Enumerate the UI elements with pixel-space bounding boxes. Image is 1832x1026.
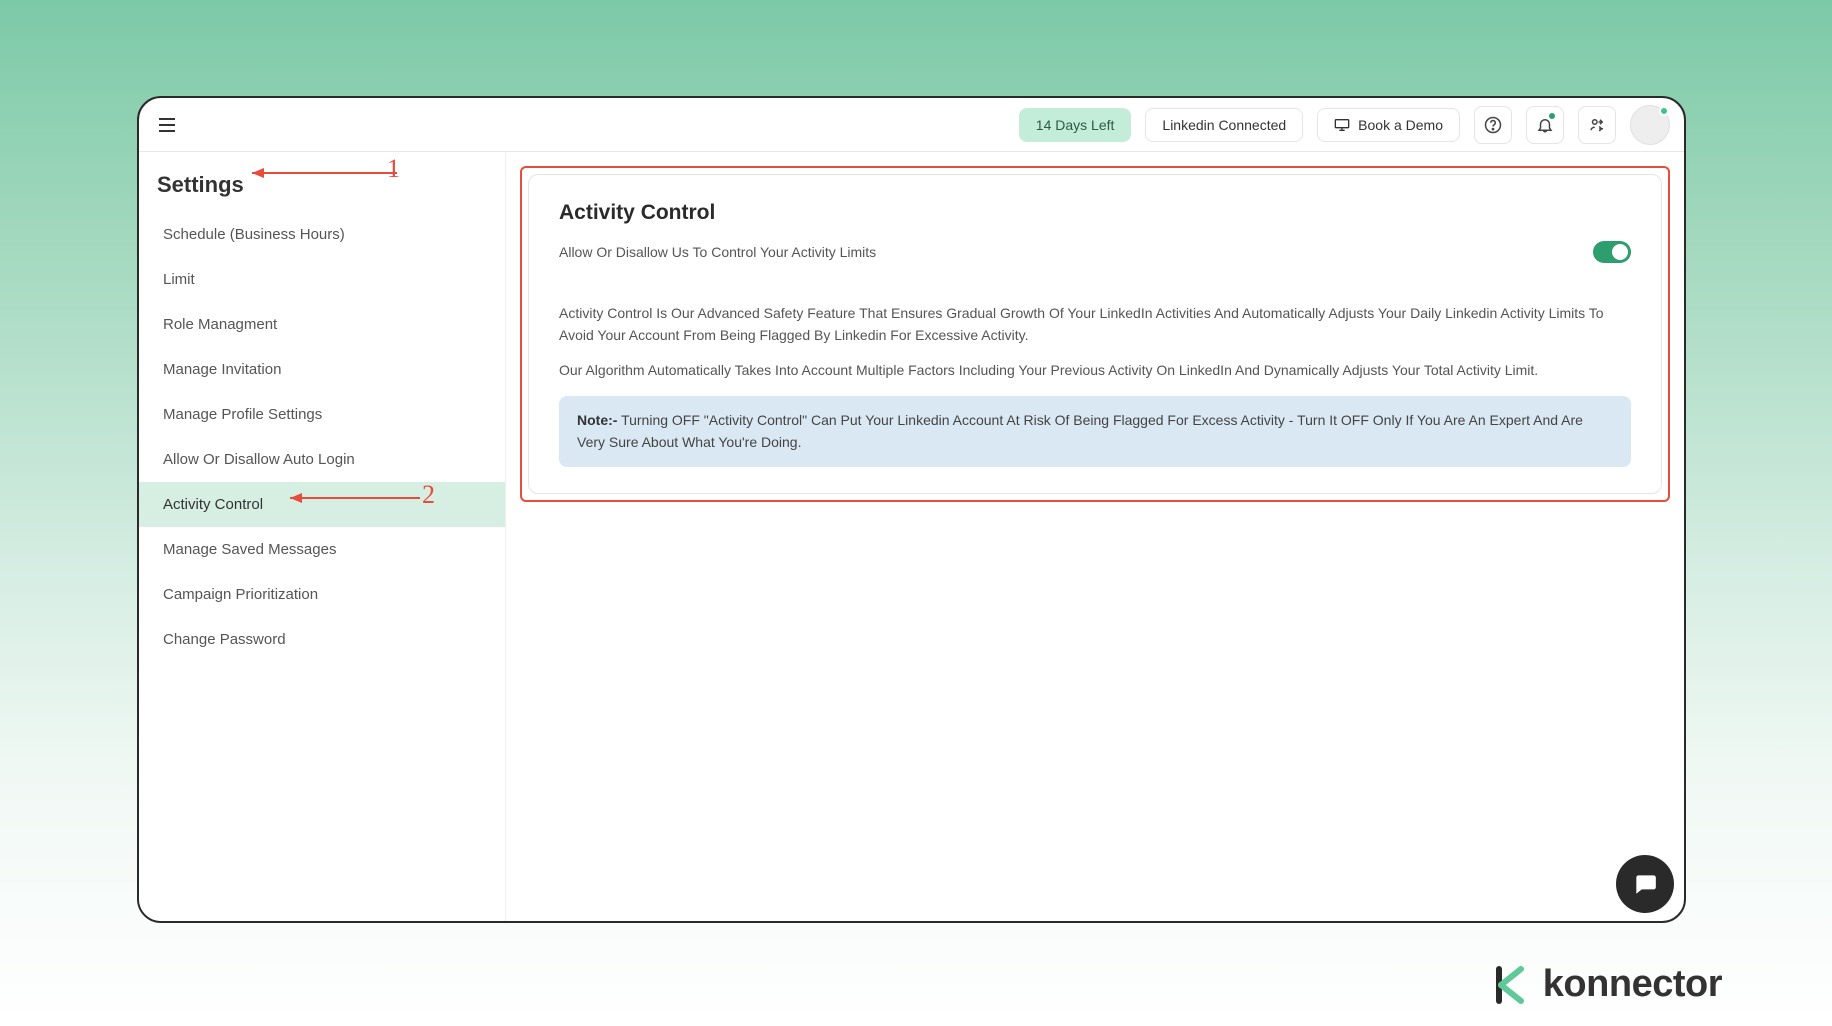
sidebar-item-change-password[interactable]: Change Password [139,617,505,662]
sidebar-item-saved-messages[interactable]: Manage Saved Messages [139,527,505,572]
chat-icon [1632,871,1658,897]
main-area: Activity Control Allow Or Disallow Us To… [506,152,1684,921]
sidebar-title: Settings [139,152,505,212]
activity-control-card: Activity Control Allow Or Disallow Us To… [528,174,1662,494]
sidebar-item-auto-login[interactable]: Allow Or Disallow Auto Login [139,437,505,482]
sidebar-item-campaign-prioritization[interactable]: Campaign Prioritization [139,572,505,617]
book-demo-label: Book a Demo [1358,117,1443,133]
sidebar-item-activity-control[interactable]: Activity Control [139,482,505,527]
note-box: Note:- Turning OFF "Activity Control" Ca… [559,396,1631,467]
description-1: Activity Control Is Our Advanced Safety … [559,303,1631,346]
presentation-icon [1334,118,1350,132]
menu-button[interactable] [153,111,181,139]
card-title: Activity Control [559,201,1631,225]
online-indicator [1659,106,1669,116]
sidebar-item-label: Manage Profile Settings [163,406,322,423]
sidebar-item-manage-invitation[interactable]: Manage Invitation [139,347,505,392]
sidebar-item-label: Campaign Prioritization [163,586,318,603]
brand-name: konnector [1543,963,1722,1006]
app-window: 14 Days Left Linkedin Connected Book a D… [137,96,1686,923]
brand-logo-icon [1491,965,1531,1005]
hamburger-icon [159,118,175,132]
sidebar-item-limit[interactable]: Limit [139,257,505,302]
avatar-menu[interactable] [1630,105,1670,145]
linkedin-status-label: Linkedin Connected [1162,117,1286,133]
sidebar-item-schedule[interactable]: Schedule (Business Hours) [139,212,505,257]
sidebar-item-label: Manage Saved Messages [163,541,336,558]
toggle-label: Allow Or Disallow Us To Control Your Act… [559,244,876,260]
activity-control-toggle[interactable] [1593,241,1631,263]
brand: konnector [1491,963,1722,1006]
sidebar-item-label: Schedule (Business Hours) [163,226,345,243]
user-switch-icon [1588,116,1606,134]
chat-button[interactable] [1616,855,1674,913]
book-demo-button[interactable]: Book a Demo [1317,108,1460,142]
note-text: Turning OFF "Activity Control" Can Put Y… [577,412,1583,450]
sidebar-item-label: Activity Control [163,496,263,513]
toggle-row: Allow Or Disallow Us To Control Your Act… [559,241,1631,263]
sidebar-item-role-management[interactable]: Role Managment [139,302,505,347]
sidebar-item-label: Role Managment [163,316,277,333]
note-label: Note:- [577,412,617,428]
trial-badge-label: 14 Days Left [1036,117,1115,133]
linkedin-status-button[interactable]: Linkedin Connected [1145,108,1303,142]
notifications-button[interactable] [1526,106,1564,144]
description-2: Our Algorithm Automatically Takes Into A… [559,360,1631,382]
sidebar-item-label: Allow Or Disallow Auto Login [163,451,355,468]
trial-badge[interactable]: 14 Days Left [1019,108,1132,142]
sidebar-item-manage-profile[interactable]: Manage Profile Settings [139,392,505,437]
switch-user-button[interactable] [1578,106,1616,144]
sidebar: Settings Schedule (Business Hours) Limit… [139,152,506,921]
topbar: 14 Days Left Linkedin Connected Book a D… [139,98,1684,152]
notification-dot [1549,113,1555,119]
highlight-frame: Activity Control Allow Or Disallow Us To… [520,166,1670,502]
help-icon [1484,116,1502,134]
sidebar-item-label: Change Password [163,631,286,648]
help-button[interactable] [1474,106,1512,144]
sidebar-item-label: Limit [163,271,195,288]
sidebar-item-label: Manage Invitation [163,361,281,378]
